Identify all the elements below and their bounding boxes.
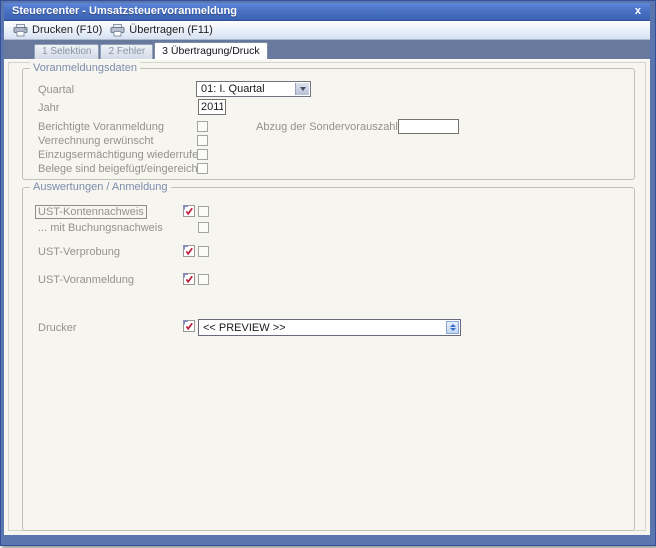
belege-beigefuegt-checkbox[interactable] [197, 163, 208, 174]
ust-voranmeldung-checkbox[interactable] [198, 274, 209, 285]
drucken-button[interactable]: Drucken (F10) [10, 23, 107, 38]
print-check-icon[interactable] [183, 320, 195, 332]
printer-icon [13, 24, 29, 37]
group-voranmeldungsdaten-title: Voranmeldungsdaten [30, 62, 140, 74]
drucker-label: Drucker [38, 322, 77, 334]
group-auswertungen: Auswertungen / Anmeldung UST-Kontennachw… [22, 187, 635, 531]
abzug-sondervorauszahlung-input[interactable] [398, 119, 459, 134]
window-title: Steuercenter - Umsatzsteuervoranmeldung [12, 5, 237, 17]
print-check-icon[interactable] [183, 205, 195, 217]
berichtigte-voranmeldung-checkbox[interactable] [197, 121, 208, 132]
spinner-updown-icon[interactable] [446, 321, 459, 334]
jahr-input[interactable] [198, 99, 226, 115]
close-icon[interactable]: x [635, 4, 641, 18]
einzugsermaechtigung-checkbox[interactable] [197, 149, 208, 160]
quartal-select-value: 01: I. Quartal [201, 83, 294, 96]
berichtigte-voranmeldung-label: Berichtigte Voranmeldung [38, 121, 164, 133]
mit-buchungsnachweis-checkbox[interactable] [198, 222, 209, 233]
group-voranmeldungsdaten: Voranmeldungsdaten Quartal 01: I. Quarta… [22, 68, 635, 180]
uebertragen-button-label: Übertragen (F11) [129, 24, 213, 36]
tab-uebertragung-druck[interactable]: 3 Übertragung/Druck [154, 42, 267, 59]
verrechnung-erwuenscht-checkbox[interactable] [197, 135, 208, 146]
print-check-icon[interactable] [183, 273, 195, 285]
app-window: Steuercenter - Umsatzsteuervoranmeldung … [0, 0, 656, 546]
ust-kontennachweis-label: UST-Kontennachweis [35, 205, 147, 219]
verrechnung-erwuenscht-label: Verrechnung erwünscht [38, 135, 154, 147]
tab-page: Voranmeldungsdaten Quartal 01: I. Quarta… [4, 59, 650, 535]
chevron-down-icon[interactable] [295, 83, 309, 95]
titlebar[interactable]: Steuercenter - Umsatzsteuervoranmeldung … [4, 3, 650, 21]
einzugsermaechtigung-label: Einzugsermächtigung wiederrufen [38, 149, 204, 161]
ust-voranmeldung-label: UST-Voranmeldung [38, 274, 134, 286]
drucker-select[interactable]: << PREVIEW >> [198, 319, 461, 336]
uebertragen-button[interactable]: Übertragen (F11) [107, 23, 218, 38]
tab-band: 1 Selektion 2 Fehler 3 Übertragung/Druck [4, 40, 650, 59]
tab-fehler[interactable]: 2 Fehler [100, 44, 153, 59]
abzug-sondervorauszahlung-label: Abzug der Sondervorauszahlung [256, 121, 416, 133]
toolbar: Drucken (F10) Übertragen (F11) [4, 21, 650, 40]
belege-beigefuegt-label: Belege sind beigefügt/eingereicht [38, 163, 201, 175]
quartal-select[interactable]: 01: I. Quartal [196, 81, 311, 97]
group-auswertungen-title: Auswertungen / Anmeldung [30, 181, 171, 193]
screen: Steuercenter - Umsatzsteuervoranmeldung … [0, 0, 656, 548]
tab-selektion[interactable]: 1 Selektion [34, 44, 99, 59]
jahr-label: Jahr [38, 102, 59, 114]
ust-kontennachweis-checkbox[interactable] [198, 206, 209, 217]
quartal-label: Quartal [38, 84, 74, 96]
drucken-button-label: Drucken (F10) [32, 24, 102, 36]
ust-verprobung-label: UST-Verprobung [38, 246, 120, 258]
print-check-icon[interactable] [183, 245, 195, 257]
mit-buchungsnachweis-label: ... mit Buchungsnachweis [38, 222, 163, 234]
ust-verprobung-checkbox[interactable] [198, 246, 209, 257]
printer-transfer-icon [110, 24, 126, 37]
drucker-select-value: << PREVIEW >> [203, 322, 444, 335]
tab-strip: 1 Selektion 2 Fehler 3 Übertragung/Druck [34, 42, 269, 59]
